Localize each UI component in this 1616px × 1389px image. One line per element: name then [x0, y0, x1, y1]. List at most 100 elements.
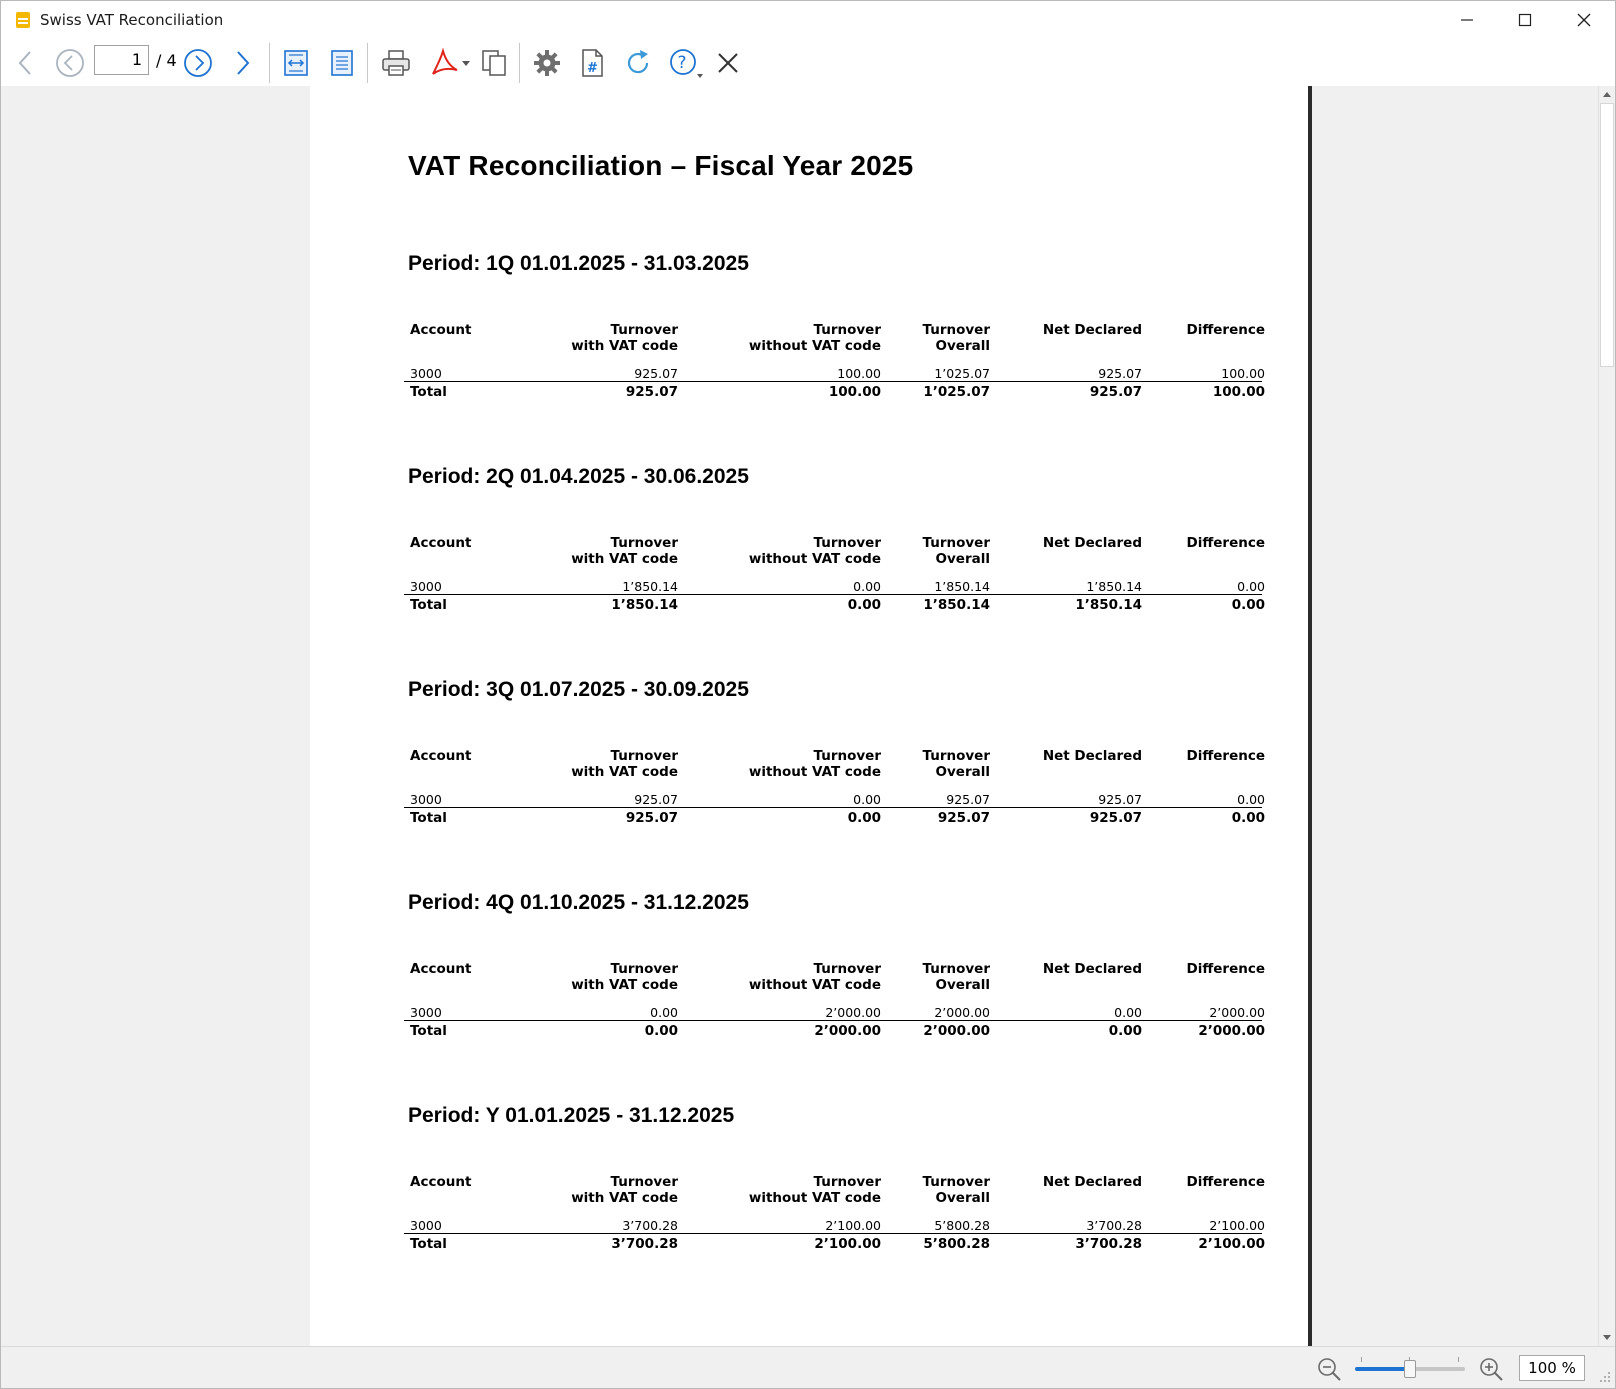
- total-without-vat: 2’000.00: [814, 1023, 881, 1039]
- zoom-tick: [1361, 1357, 1362, 1362]
- total-label: Total: [410, 384, 447, 400]
- column-header-net-declared: Net Declared: [1042, 1174, 1142, 1190]
- difference-cell: 0.00: [1237, 579, 1265, 594]
- vertical-scrollbar[interactable]: [1598, 86, 1615, 1346]
- report-page: VAT Reconciliation – Fiscal Year 2025 Pe…: [310, 86, 1308, 1346]
- period-section: Period: Y 01.01.2025 - 31.12.2025 Account…: [404, 1104, 1268, 1304]
- table-divider: [404, 594, 1262, 595]
- column-header-difference: Difference: [1186, 1174, 1265, 1190]
- scroll-down-button[interactable]: [1599, 1330, 1615, 1346]
- column-header-net-declared: Net Declared: [1042, 322, 1142, 338]
- app-window: Swiss VAT Reconciliation 1 / 4 # ? VAT R…: [0, 0, 1616, 1389]
- refresh-button[interactable]: [619, 44, 657, 82]
- close-preview-button[interactable]: [709, 44, 747, 82]
- table-divider: [404, 1020, 1262, 1021]
- fit-width-icon: [284, 50, 308, 76]
- help-button[interactable]: ?: [665, 44, 709, 82]
- document-viewport[interactable]: VAT Reconciliation – Fiscal Year 2025 Pe…: [2, 86, 1598, 1346]
- column-header-line: without VAT code: [748, 764, 881, 780]
- page-number-input[interactable]: 1: [94, 45, 149, 75]
- table-divider: [404, 381, 1262, 382]
- net-declared-cell: 1’850.14: [1086, 579, 1142, 594]
- previous-page-button[interactable]: [51, 44, 89, 82]
- difference-cell: 100.00: [1221, 366, 1265, 381]
- previous-button[interactable]: [7, 44, 45, 82]
- account-cell: 3000: [410, 1005, 442, 1020]
- zoom-out-button[interactable]: [1316, 1356, 1342, 1382]
- pdf-export-icon: [432, 48, 470, 75]
- total-without-vat: 0.00: [847, 810, 881, 826]
- title-bar: Swiss VAT Reconciliation: [1, 1, 1615, 39]
- total-difference: 100.00: [1212, 384, 1265, 400]
- column-header-with-vat: Turnover with VAT code: [568, 322, 678, 354]
- resize-grip-icon[interactable]: [1599, 1371, 1611, 1383]
- next-button[interactable]: [223, 44, 261, 82]
- maximize-button[interactable]: [1496, 1, 1554, 39]
- column-header-line: Turnover: [813, 322, 882, 338]
- net-declared-cell: 925.07: [1098, 366, 1142, 381]
- settings-button[interactable]: [528, 44, 566, 82]
- overall-cell: 1’850.14: [934, 579, 990, 594]
- total-with-vat: 925.07: [625, 384, 678, 400]
- minimize-button[interactable]: [1438, 1, 1496, 39]
- column-header-with-vat: Turnover with VAT code: [568, 748, 678, 780]
- pdf-export-button[interactable]: [424, 44, 474, 82]
- column-header-difference: Difference: [1186, 748, 1265, 764]
- total-label: Total: [410, 810, 447, 826]
- column-header-line: Overall: [935, 338, 990, 354]
- total-with-vat: 3’700.28: [611, 1236, 678, 1252]
- column-header-without-vat: Turnover without VAT code: [738, 748, 881, 780]
- table-divider: [404, 807, 1262, 808]
- column-header-without-vat: Turnover without VAT code: [738, 1174, 881, 1206]
- zoom-in-button[interactable]: [1478, 1356, 1504, 1382]
- close-icon: [1577, 13, 1591, 27]
- copy-pages-button[interactable]: [475, 44, 513, 82]
- print-button[interactable]: [377, 44, 415, 82]
- total-with-vat: 925.07: [625, 810, 678, 826]
- total-net-declared: 3’700.28: [1075, 1236, 1142, 1252]
- minimize-icon: [1461, 19, 1473, 21]
- column-header-overall: Turnover Overall: [878, 961, 991, 993]
- column-header-line: Turnover: [813, 748, 882, 764]
- column-header-overall: Turnover Overall: [878, 322, 991, 354]
- next-page-button[interactable]: [179, 44, 217, 82]
- total-overall: 2’000.00: [923, 1023, 990, 1039]
- page-total-label: / 4: [156, 51, 177, 70]
- column-header-line: with VAT code: [571, 977, 678, 993]
- column-header-line: Turnover: [922, 322, 991, 338]
- column-header-line: with VAT code: [571, 764, 678, 780]
- settings-gear-icon: [534, 50, 560, 76]
- column-header-line: with VAT code: [571, 1190, 678, 1206]
- with-vat-cell: 925.07: [634, 366, 678, 381]
- column-header-line: Turnover: [922, 1174, 991, 1190]
- overall-cell: 5’800.28: [934, 1218, 990, 1233]
- total-label: Total: [410, 1236, 447, 1252]
- column-header-line: Overall: [935, 977, 990, 993]
- zoom-value-field[interactable]: 100 %: [1519, 1355, 1585, 1381]
- column-header-line: with VAT code: [571, 338, 678, 354]
- close-window-button[interactable]: [1555, 1, 1613, 39]
- fit-page-button[interactable]: [323, 44, 361, 82]
- column-header-line: without VAT code: [748, 1190, 881, 1206]
- fit-width-button[interactable]: [277, 44, 315, 82]
- zoom-slider[interactable]: [1355, 1357, 1465, 1378]
- column-header-overall: Turnover Overall: [878, 1174, 991, 1206]
- column-header-net-declared: Net Declared: [1042, 961, 1142, 977]
- table-divider: [404, 1233, 1262, 1234]
- column-header-line: Overall: [935, 764, 990, 780]
- column-header-line: Turnover: [922, 961, 991, 977]
- scroll-up-button[interactable]: [1599, 86, 1615, 102]
- zoom-in-icon: [1480, 1358, 1503, 1381]
- scroll-thumb[interactable]: [1600, 103, 1614, 367]
- page-number-button[interactable]: #: [573, 44, 611, 82]
- period-title: Period: Y 01.01.2025 - 31.12.2025: [408, 1104, 735, 1127]
- zoom-slider-thumb[interactable]: [1404, 1360, 1416, 1378]
- column-header-with-vat: Turnover with VAT code: [568, 961, 678, 993]
- total-net-declared: 925.07: [1089, 810, 1142, 826]
- total-without-vat: 2’100.00: [814, 1236, 881, 1252]
- zoom-out-icon: [1318, 1358, 1341, 1381]
- column-header-account: Account: [410, 961, 472, 977]
- copy-pages-icon: [482, 50, 506, 76]
- column-header-account: Account: [410, 535, 472, 551]
- period-title: Period: 4Q 01.10.2025 - 31.12.2025: [408, 891, 749, 914]
